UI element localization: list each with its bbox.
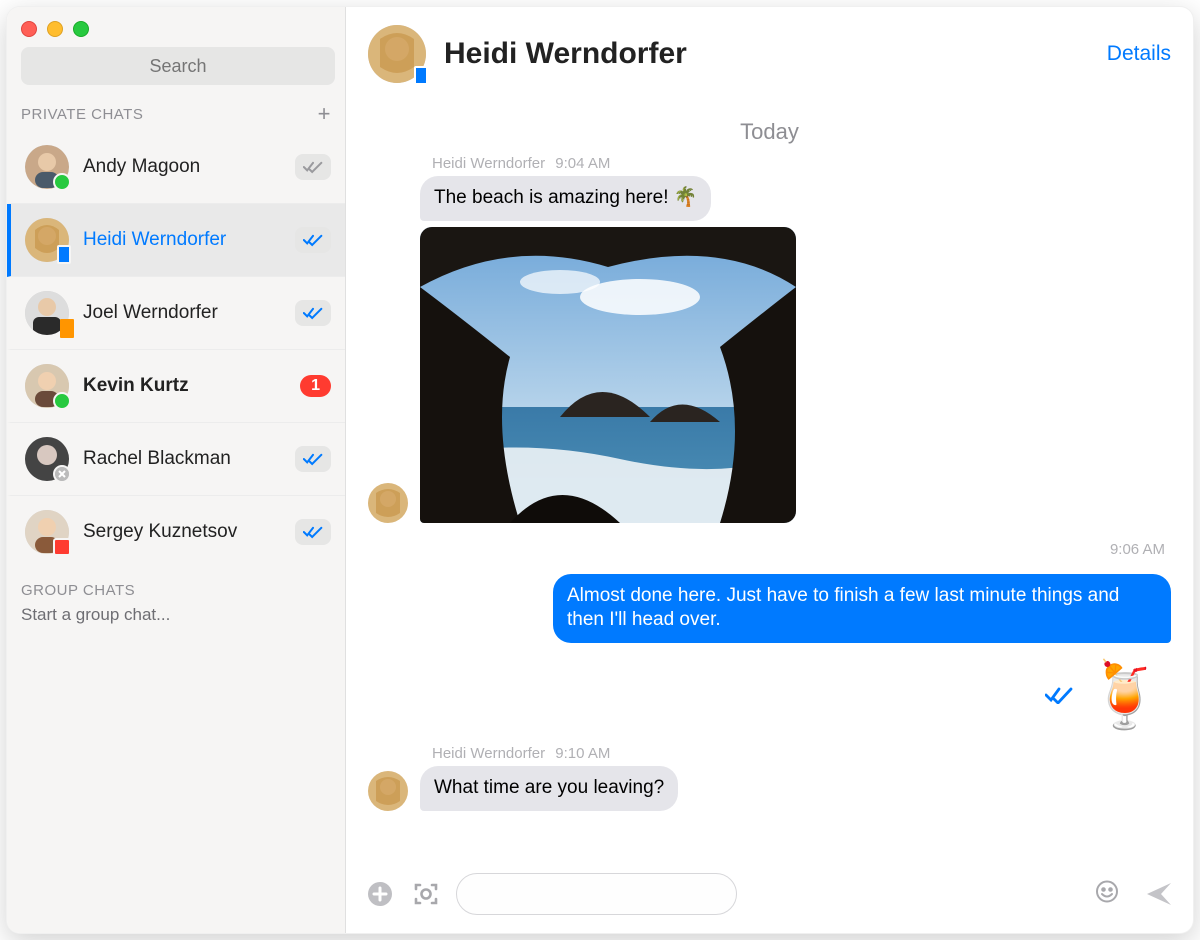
send-button[interactable] (1143, 878, 1175, 910)
conversation-title: Heidi Werndorfer (444, 37, 1089, 71)
presence-online-icon (53, 173, 71, 191)
avatar (25, 218, 69, 262)
message-sender-label: Heidi Werndorfer 9:04 AM (432, 155, 796, 172)
read-receipt-row: 🍹 (1045, 663, 1165, 727)
message-photo[interactable] (420, 227, 796, 523)
chat-item-heidi[interactable]: Heidi Werndorfer (7, 204, 345, 277)
message-list[interactable]: Today Heidi Werndorfer 9:04 AM The beach… (346, 101, 1193, 863)
chat-item-sergey[interactable]: Sergey Kuznetsov (7, 496, 345, 568)
chat-window: PRIVATE CHATS + Andy Magoon Heidi W (6, 6, 1194, 934)
double-check-icon (1045, 686, 1073, 704)
message-out: 9:06 AM Almost done here. Just have to f… (368, 541, 1171, 727)
chat-item-joel[interactable]: Joel Werndorfer (7, 277, 345, 350)
read-receipt-icon (295, 300, 331, 326)
search-input[interactable] (21, 47, 335, 85)
fullscreen-window-button[interactable] (73, 21, 89, 37)
presence-mobile-icon (57, 245, 71, 264)
composer (346, 863, 1193, 933)
sender-avatar[interactable] (368, 483, 408, 523)
unread-badge: 1 (300, 375, 331, 397)
chat-item-kevin[interactable]: Kevin Kurtz 1 (7, 350, 345, 423)
new-private-chat-button[interactable]: + (318, 103, 331, 125)
chat-item-label: Joel Werndorfer (83, 302, 281, 324)
details-button[interactable]: Details (1107, 42, 1171, 66)
read-receipt-icon (295, 154, 331, 180)
sender-avatar[interactable] (368, 771, 408, 811)
message-input[interactable] (456, 873, 737, 915)
presence-offline-icon (53, 465, 71, 483)
reaction-emoji[interactable]: 🍹 (1085, 663, 1165, 727)
message-timestamp: 9:06 AM (1110, 541, 1165, 558)
avatar (25, 510, 69, 554)
read-receipt-icon (295, 227, 331, 253)
close-window-button[interactable] (21, 21, 37, 37)
private-chats-header: PRIVATE CHATS (21, 106, 143, 123)
group-chats-header: GROUP CHATS (21, 582, 331, 599)
message-bubble[interactable]: Almost done here. Just have to finish a … (553, 574, 1171, 643)
chat-item-label: Sergey Kuznetsov (83, 521, 281, 543)
presence-busy-icon (53, 538, 71, 556)
chat-item-label: Andy Magoon (83, 156, 281, 178)
day-separator: Today (368, 119, 1171, 145)
sidebar: PRIVATE CHATS + Andy Magoon Heidi W (7, 7, 346, 933)
private-chat-list: Andy Magoon Heidi Werndorfer (7, 131, 345, 568)
start-group-chat-button[interactable]: Start a group chat... (21, 605, 331, 625)
attach-button[interactable] (364, 878, 396, 910)
message-in: Heidi Werndorfer 9:04 AM The beach is am… (368, 155, 1171, 523)
presence-away-icon (60, 319, 74, 338)
emoji-picker-button[interactable] (1095, 880, 1119, 909)
avatar (25, 291, 69, 335)
avatar (25, 437, 69, 481)
avatar (25, 364, 69, 408)
avatar (25, 145, 69, 189)
chat-item-andy[interactable]: Andy Magoon (7, 131, 345, 204)
conversation-header: Heidi Werndorfer Details (346, 7, 1193, 101)
header-avatar[interactable] (368, 25, 426, 83)
message-bubble[interactable]: What time are you leaving? (420, 766, 678, 811)
minimize-window-button[interactable] (47, 21, 63, 37)
window-traffic-lights (7, 7, 345, 37)
chat-item-label: Kevin Kurtz (83, 375, 286, 397)
read-receipt-icon (295, 519, 331, 545)
message-bubble[interactable]: The beach is amazing here! 🌴 (420, 176, 711, 221)
conversation-pane: Heidi Werndorfer Details Today Heidi Wer… (346, 7, 1193, 933)
chat-item-label: Rachel Blackman (83, 448, 281, 470)
message-in: Heidi Werndorfer 9:10 AM What time are y… (368, 745, 1171, 811)
message-sender-label: Heidi Werndorfer 9:10 AM (432, 745, 678, 762)
chat-item-rachel[interactable]: Rachel Blackman (7, 423, 345, 496)
capture-button[interactable] (410, 878, 442, 910)
read-receipt-icon (295, 446, 331, 472)
presence-mobile-icon (414, 66, 428, 85)
chat-item-label: Heidi Werndorfer (83, 229, 281, 251)
presence-online-icon (53, 392, 71, 410)
